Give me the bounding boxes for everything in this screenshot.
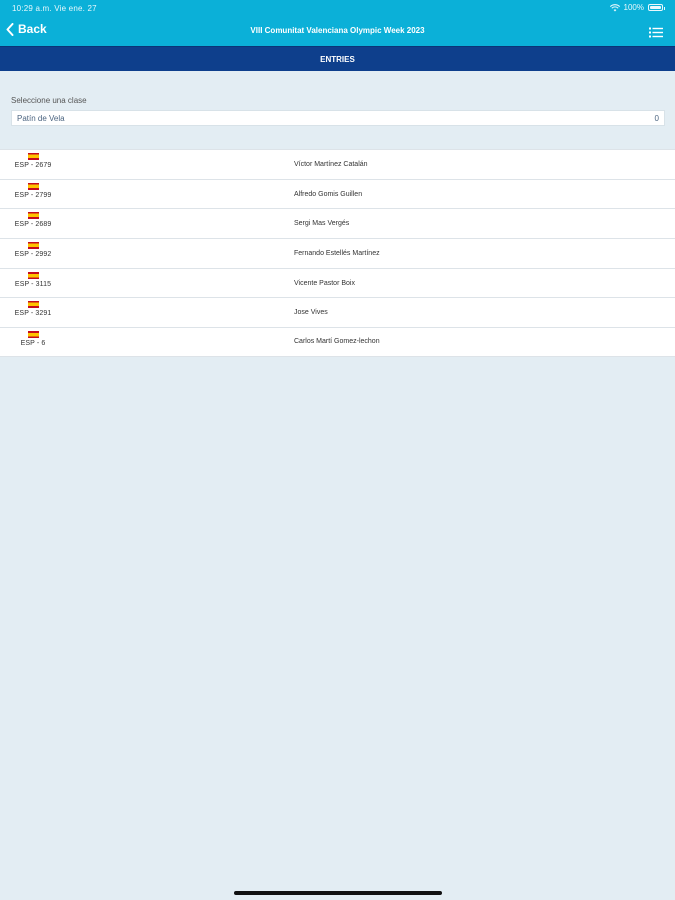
sail-number: ESP - 2992 — [14, 251, 52, 259]
entry-row[interactable]: ESP - 2679 Víctor Martínez Catalán — [0, 149, 675, 179]
sailor-name: Carlos Martí Gomez-lechon — [294, 338, 380, 346]
sail-cell: ESP - 3291 — [0, 301, 66, 317]
sail-number: ESP - 2679 — [14, 162, 52, 169]
class-select[interactable]: Patín de Vela 0 — [11, 110, 665, 126]
battery-percent: 100% — [623, 3, 644, 12]
class-select-label: Seleccione una clase — [11, 96, 87, 105]
battery-icon — [648, 4, 665, 11]
sail-cell: ESP - 2799 — [0, 182, 66, 199]
entry-row[interactable]: ESP - 6 Carlos Martí Gomez-lechon — [0, 327, 675, 357]
entries-list: ESP - 2679 Víctor Martínez Catalán ESP - 2… — [0, 149, 675, 357]
wifi-icon — [609, 3, 620, 11]
entry-row[interactable]: ESP - 2689 Sergi Mas Vergés — [0, 208, 675, 238]
sail-number: ESP - 2689 — [14, 221, 52, 229]
home-indicator — [234, 891, 442, 895]
sailor-name: Víctor Martínez Catalán — [294, 160, 368, 168]
spain-flag-icon — [27, 271, 39, 279]
spain-flag-icon — [27, 242, 39, 250]
status-time: 10:29 a.m. Vie ene. 27 — [12, 4, 97, 13]
sail-cell: ESP - 6 — [0, 331, 66, 347]
sail-cell: ESP - 3115 — [0, 271, 66, 288]
entry-row[interactable]: ESP - 2799 Alfredo Gomis Guillen — [0, 178, 675, 209]
section-header: ENTRIES — [0, 46, 675, 71]
sail-number: ESP - 3115 — [14, 280, 52, 288]
sailor-name: Jose Vives — [294, 309, 328, 317]
spain-flag-icon — [27, 331, 39, 339]
menu-button[interactable] — [649, 25, 663, 43]
spain-flag-icon — [27, 182, 39, 190]
sailor-name: Alfredo Gomis Guillen — [294, 190, 363, 198]
sailor-name: Fernando Estellés Martínez — [294, 249, 380, 257]
sail-cell: ESP - 2679 — [0, 153, 66, 169]
status-indicators: 100% — [609, 3, 665, 12]
entry-row[interactable]: ESP - 3115 Vicente Pastor Boix — [0, 267, 675, 298]
sail-number: ESP - 2799 — [14, 191, 52, 199]
spain-flag-icon — [27, 301, 39, 309]
sailor-name: Sergi Mas Vergés — [294, 220, 350, 228]
class-select-count: 0 — [654, 113, 659, 123]
spain-flag-icon — [27, 153, 39, 160]
entry-row[interactable]: ESP - 2992 Fernando Estellés Martínez — [0, 238, 675, 268]
sail-number: ESP - 6 — [20, 340, 46, 348]
entry-row[interactable]: ESP - 3291 Jose Vives — [0, 297, 675, 327]
class-select-value: Patín de Vela — [17, 113, 65, 123]
sail-cell: ESP - 2689 — [0, 212, 66, 228]
list-menu-icon — [649, 27, 663, 38]
sail-cell: ESP - 2992 — [0, 242, 66, 258]
sailor-name: Vicente Pastor Boix — [294, 279, 355, 287]
spain-flag-icon — [27, 212, 39, 220]
sail-number: ESP - 3291 — [14, 310, 52, 318]
page-title: VIII Comunitat Valenciana Olympic Week 2… — [250, 26, 425, 35]
top-bar: 10:29 a.m. Vie ene. 27 100% Back VIII Co… — [0, 0, 675, 46]
